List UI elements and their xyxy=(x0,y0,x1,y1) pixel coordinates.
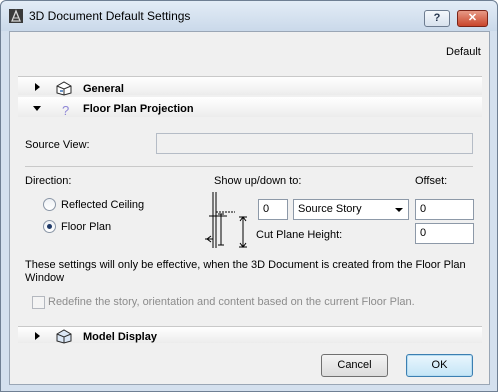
reflected-ceiling-radio[interactable] xyxy=(43,198,56,211)
note-text-line1: These settings will only be effective, w… xyxy=(25,259,466,271)
story-select[interactable]: Source Story xyxy=(293,199,409,220)
general-icon xyxy=(56,81,72,96)
expand-arrow-icon[interactable] xyxy=(35,332,40,340)
title-bar[interactable]: 3D Document Default Settings ? ✕ xyxy=(1,1,497,31)
window-title: 3D Document Default Settings xyxy=(29,9,191,23)
redefine-label: Redefine the story, orientation and cont… xyxy=(48,296,415,308)
question-icon: ? xyxy=(62,103,69,118)
offset-input[interactable]: 0 xyxy=(415,199,474,220)
section-model-display-title: Model Display xyxy=(83,331,157,343)
radio-selected-dot xyxy=(47,224,52,229)
ok-button[interactable]: OK xyxy=(406,354,473,377)
section-floor-plan-projection-title: Floor Plan Projection xyxy=(83,103,194,115)
reflected-ceiling-label[interactable]: Reflected Ceiling xyxy=(61,199,144,211)
cancel-button[interactable]: Cancel xyxy=(321,354,388,377)
svg-text:?: ? xyxy=(62,103,69,118)
collapse-arrow-icon[interactable] xyxy=(33,106,41,111)
dialog-window: 3D Document Default Settings ? ✕ Default… xyxy=(0,0,498,392)
source-view-field[interactable] xyxy=(156,133,473,154)
cut-plane-height-label: Cut Plane Height: xyxy=(256,229,343,241)
show-up-down-label: Show up/down to: xyxy=(214,175,302,187)
model-display-icon xyxy=(56,329,72,344)
floor-plan-label[interactable]: Floor Plan xyxy=(61,221,111,233)
chevron-down-icon xyxy=(395,208,403,212)
cut-plane-diagram-icon xyxy=(205,192,247,248)
cut-plane-height-input[interactable]: 0 xyxy=(415,223,474,244)
offset-label: Offset: xyxy=(415,175,448,187)
story-select-value: Source Story xyxy=(298,203,362,215)
show-updown-value-input[interactable]: 0 xyxy=(258,199,288,220)
floor-plan-radio[interactable] xyxy=(43,220,56,233)
close-button[interactable]: ✕ xyxy=(457,10,488,27)
divider xyxy=(25,166,473,167)
expand-arrow-icon[interactable] xyxy=(35,83,40,91)
app-icon xyxy=(9,9,23,23)
redefine-checkbox[interactable] xyxy=(32,296,45,309)
dialog-content: Default General ? Floor Plan Projection … xyxy=(9,31,490,385)
direction-label: Direction: xyxy=(25,175,72,187)
default-label: Default xyxy=(446,46,481,58)
help-button[interactable]: ? xyxy=(424,10,450,27)
note-text-line2: Window xyxy=(25,272,65,284)
source-view-label: Source View: xyxy=(25,139,90,151)
section-general-title: General xyxy=(83,83,124,95)
